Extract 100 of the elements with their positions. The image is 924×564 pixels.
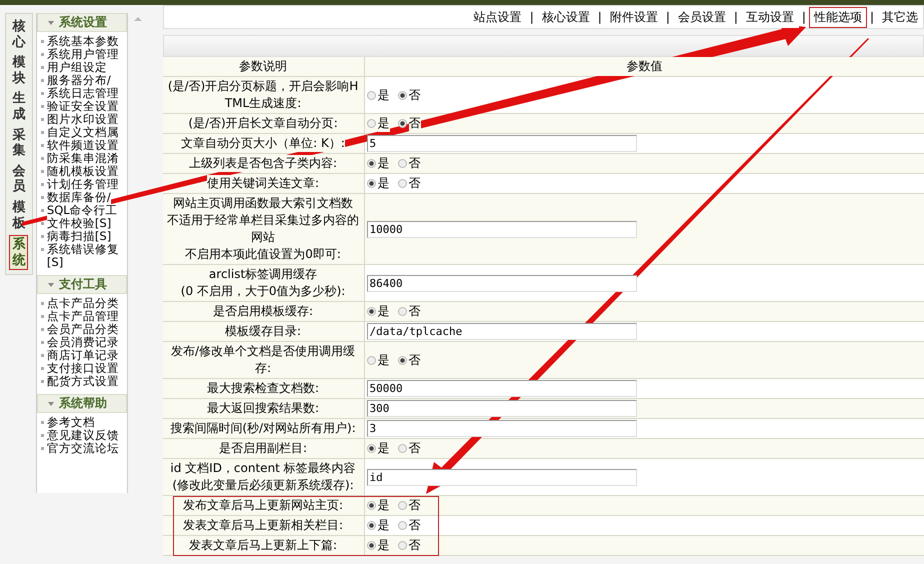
bullet-icon xyxy=(40,196,44,199)
sidebar-item[interactable]: 支付接口设置 xyxy=(46,362,119,375)
module-tab[interactable]: 会员 xyxy=(10,162,28,196)
radio-button[interactable] xyxy=(366,90,376,100)
sidebar-item[interactable]: 点卡产品管理 xyxy=(46,310,119,323)
sidebar-item[interactable]: 防采集串混淆 xyxy=(46,152,119,165)
radio-button[interactable] xyxy=(366,501,376,510)
radio-label: 否 xyxy=(408,86,421,104)
radio-button[interactable] xyxy=(398,179,407,188)
bullet-icon xyxy=(40,235,44,238)
radio-button[interactable] xyxy=(366,307,376,316)
sidebar-item[interactable]: 系统用户管理 xyxy=(46,48,119,61)
radio-label: 否 xyxy=(408,115,421,132)
section-header[interactable]: 系统帮助 xyxy=(36,394,127,413)
bullet-icon xyxy=(40,79,44,82)
bullet-icon xyxy=(40,302,44,305)
sidebar-item[interactable]: SQL命令行工 xyxy=(46,204,118,217)
radio-button[interactable] xyxy=(366,119,376,128)
radio-button[interactable] xyxy=(366,356,376,364)
bullet-icon xyxy=(40,183,44,186)
radio-button[interactable] xyxy=(398,159,407,168)
setting-label: 是否启用模板缓存: xyxy=(213,303,314,320)
sidebar-item[interactable]: 官方交流论坛 xyxy=(46,442,119,455)
input-field[interactable]: 5 xyxy=(366,135,637,152)
bullet-icon xyxy=(40,341,44,344)
section-title: 系统设置 xyxy=(58,14,107,31)
bullet-icon xyxy=(40,248,44,251)
module-tab[interactable]: 系统 xyxy=(9,235,28,270)
nav-link[interactable]: 性能选项 xyxy=(808,6,867,28)
module-tab[interactable]: 采集 xyxy=(10,126,28,160)
sidebar-item[interactable]: 配货方式设置 xyxy=(46,375,119,388)
sidebar-item[interactable]: 点卡产品分类 xyxy=(46,297,119,310)
bullet-icon xyxy=(40,434,44,437)
sidebar-item[interactable]: 文件校验[S] xyxy=(46,217,112,230)
radio-label: 是 xyxy=(378,537,390,554)
bullet-icon xyxy=(40,421,44,424)
sidebar-item[interactable]: 参考文档 xyxy=(46,416,95,429)
radio-label: 否 xyxy=(408,352,421,368)
radio-button[interactable] xyxy=(398,541,407,550)
radio-button[interactable] xyxy=(398,521,407,530)
bullet-icon xyxy=(40,105,44,108)
sidebar-item[interactable]: 验证安全设置 xyxy=(46,100,119,113)
sidebar-item[interactable]: 系统日志管理 xyxy=(46,87,119,100)
radio-button[interactable] xyxy=(398,356,407,364)
section-header[interactable]: 支付工具 xyxy=(36,275,127,294)
module-tab[interactable]: 核心 xyxy=(10,18,28,52)
setting-label: 上级列表是否包含子类内容: xyxy=(189,155,338,172)
input-field[interactable]: 10000 xyxy=(366,220,637,238)
setting-label: 最大搜索检查文档数: xyxy=(207,380,320,397)
radio-label: 是 xyxy=(378,155,390,172)
sidebar-item[interactable]: 自定义文档属 xyxy=(46,126,119,139)
sidebar-item[interactable]: 意见建议反馈 xyxy=(46,429,119,442)
scroll-up-icon[interactable] xyxy=(134,17,142,21)
sidebar-item[interactable]: 系统基本参数 xyxy=(46,35,119,48)
radio-button[interactable] xyxy=(398,119,407,128)
sidebar-item[interactable]: 服务器分布/ xyxy=(46,74,111,87)
radio-button[interactable] xyxy=(398,501,407,510)
sidebar-item[interactable]: 会员消费记录 xyxy=(46,336,119,349)
bullet-icon xyxy=(40,157,44,160)
input-field[interactable]: /data/tplcache xyxy=(366,323,637,340)
bullet-icon xyxy=(40,131,44,134)
radio-label: 是 xyxy=(378,497,390,514)
sidebar-item[interactable]: 软件频道设置 xyxy=(46,139,119,152)
radio-button[interactable] xyxy=(366,444,376,453)
radio-button[interactable] xyxy=(398,307,407,316)
module-tab[interactable]: 模板 xyxy=(10,198,28,232)
radio-label: 是 xyxy=(378,303,390,320)
setting-label: arclist标签调用缓存 (0 不启用，大于0值为多少秒): xyxy=(180,266,346,300)
setting-label: 发表文章后马上更新上下篇: xyxy=(189,537,338,554)
radio-button[interactable] xyxy=(366,521,376,530)
sidebar-item[interactable]: 数据库备份/ xyxy=(46,191,111,204)
radio-button[interactable] xyxy=(398,90,407,100)
radio-button[interactable] xyxy=(366,179,376,188)
sidebar-item[interactable]: 随机模板设置 xyxy=(46,165,119,178)
sidebar-item[interactable]: 图片水印设置 xyxy=(46,113,119,126)
radio-button[interactable] xyxy=(366,541,376,550)
module-tab[interactable]: 生成 xyxy=(10,90,28,124)
sidebar-item[interactable]: 商店订单记录 xyxy=(46,349,119,362)
sidebar-item[interactable]: 用户组设定 xyxy=(46,61,107,74)
input-field[interactable]: id xyxy=(366,468,637,486)
setting-label: id 文档ID，content 标签最终内容 (修改此变量后必须更新系统缓存): xyxy=(170,460,356,494)
input-field[interactable]: 300 xyxy=(366,400,637,417)
radio-button[interactable] xyxy=(398,444,407,453)
input-field[interactable]: 3 xyxy=(366,420,637,437)
sidebar-item[interactable]: 计划任务管理 xyxy=(46,178,119,191)
nav-separator: | xyxy=(732,10,739,24)
nav-separator: | xyxy=(800,10,807,24)
input-field[interactable]: 50000 xyxy=(366,380,637,397)
input-field[interactable]: 86400 xyxy=(366,274,637,292)
bullet-icon xyxy=(40,315,44,318)
setting-label: 是否启用副栏目: xyxy=(219,440,308,457)
sidebar-item[interactable]: 会员产品分类 xyxy=(46,323,119,336)
sidebar-item[interactable]: 病毒扫描[S] xyxy=(46,230,112,243)
bullet-icon xyxy=(40,367,44,370)
section-header[interactable]: 系统设置 xyxy=(36,13,127,32)
radio-button[interactable] xyxy=(366,159,376,168)
setting-label: 文章自动分页大小（单位: K）: xyxy=(181,135,345,152)
radio-label: 是 xyxy=(378,115,390,132)
bullet-icon xyxy=(40,170,44,173)
module-tab[interactable]: 模块 xyxy=(10,54,28,88)
